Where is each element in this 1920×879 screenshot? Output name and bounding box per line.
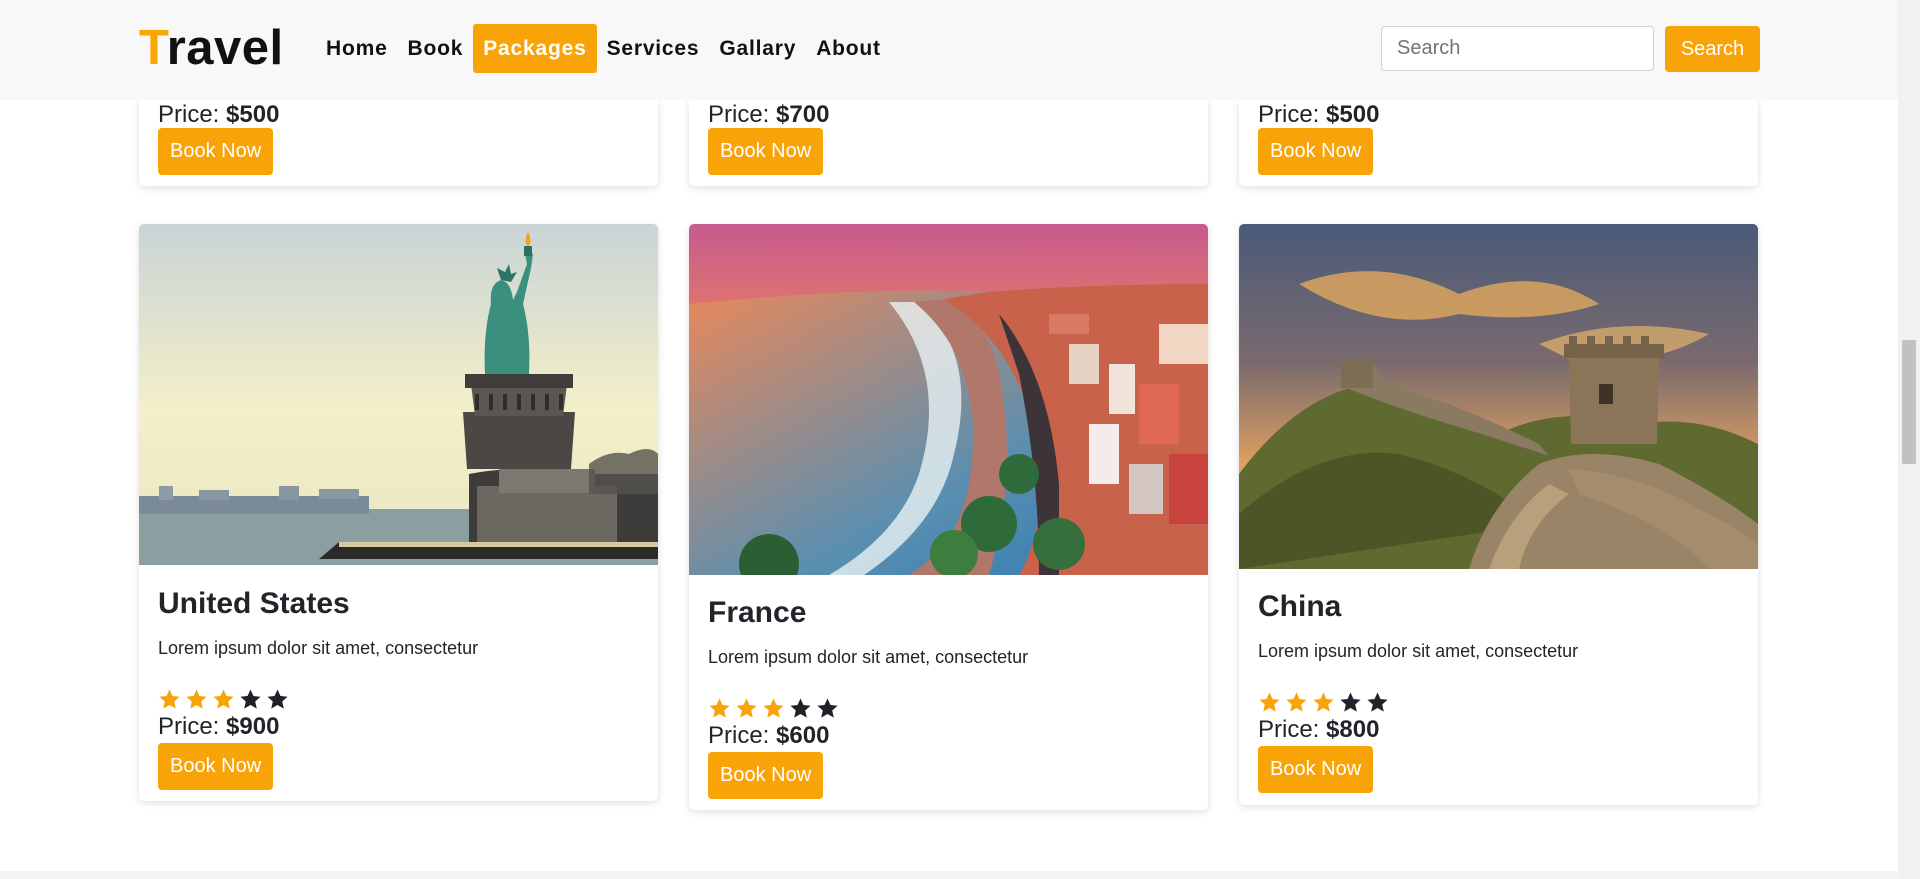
book-now-button[interactable]: Book Now xyxy=(158,743,274,790)
card-title: France xyxy=(708,596,807,629)
nav-link-home[interactable]: Home xyxy=(316,24,398,73)
price-label: Price: xyxy=(1258,716,1320,743)
book-now-button[interactable]: Book Now xyxy=(1258,746,1374,793)
card-title: China xyxy=(1258,590,1342,623)
book-now-button[interactable]: Book Now xyxy=(708,752,824,799)
package-card-france: France Lorem ipsum dolor sit amet, conse… xyxy=(689,224,1208,810)
price: Price: $500 xyxy=(1258,100,1379,130)
nav-link-about[interactable]: About xyxy=(806,24,891,73)
rating-stars xyxy=(158,688,639,712)
card-text: Lorem ipsum dolor sit amet, consectetur xyxy=(1258,641,1579,661)
price-value: $500 xyxy=(226,101,280,128)
price-label: Price: xyxy=(1258,101,1320,128)
package-card-partial: Price: $700 Book Now xyxy=(689,100,1208,186)
book-now-button[interactable]: Book Now xyxy=(158,128,274,175)
package-card-china: China Lorem ipsum dolor sit amet, consec… xyxy=(1239,224,1758,805)
nav-link-services[interactable]: Services xyxy=(597,24,710,73)
navbar: Travel Home Book Packages Services Galla… xyxy=(0,0,1898,100)
star-empty-icon xyxy=(1367,692,1388,712)
star-filled-icon xyxy=(736,698,757,718)
page-scrollbar[interactable] xyxy=(1898,0,1920,879)
star-filled-icon xyxy=(1286,692,1307,712)
price: Price: $800 xyxy=(1258,715,1739,745)
package-card-partial: Price: $500 Book Now xyxy=(139,100,658,186)
star-empty-icon xyxy=(790,698,811,718)
nice-beach-photo xyxy=(689,224,1208,575)
nav-link-gallary[interactable]: Gallary xyxy=(709,24,806,73)
star-empty-icon xyxy=(1340,692,1361,712)
nav-link-packages[interactable]: Packages xyxy=(473,24,597,73)
card-title: United States xyxy=(158,587,350,620)
card-text: Lorem ipsum dolor sit amet, consectetur xyxy=(708,647,1029,667)
price-value: $800 xyxy=(1326,716,1380,743)
nav-links: Home Book Packages Services Gallary Abou… xyxy=(316,24,891,73)
star-empty-icon xyxy=(240,689,261,709)
price-label: Price: xyxy=(158,101,220,128)
card-text: Lorem ipsum dolor sit amet, consectetur xyxy=(158,638,479,658)
book-now-button[interactable]: Book Now xyxy=(1258,128,1374,175)
search-input[interactable] xyxy=(1381,26,1654,71)
star-filled-icon xyxy=(1259,692,1280,712)
brand-first-letter: T xyxy=(139,21,167,75)
package-card-partial: Price: $500 Book Now xyxy=(1239,100,1758,186)
star-filled-icon xyxy=(159,689,180,709)
star-filled-icon xyxy=(186,689,207,709)
price: Price: $900 xyxy=(158,712,639,742)
price-label: Price: xyxy=(708,722,770,749)
footer-edge xyxy=(0,871,1898,879)
statue-of-liberty-photo xyxy=(139,224,658,565)
price: Price: $500 xyxy=(158,100,279,130)
price-value: $600 xyxy=(776,722,830,749)
price-value: $700 xyxy=(776,101,830,128)
book-now-button[interactable]: Book Now xyxy=(708,128,824,175)
card-body: France Lorem ipsum dolor sit amet, conse… xyxy=(689,595,1208,799)
star-filled-icon xyxy=(763,698,784,718)
card-body: China Lorem ipsum dolor sit amet, consec… xyxy=(1239,589,1758,793)
rating-stars xyxy=(1258,691,1739,715)
star-filled-icon xyxy=(213,689,234,709)
brand-logo[interactable]: Travel xyxy=(139,20,284,76)
package-card-united-states: United States Lorem ipsum dolor sit amet… xyxy=(139,224,658,801)
brand-rest: ravel xyxy=(166,21,284,75)
price-label: Price: xyxy=(158,713,220,740)
scrollbar-thumb[interactable] xyxy=(1902,340,1916,464)
rating-stars xyxy=(708,697,1189,721)
star-empty-icon xyxy=(817,698,838,718)
search-button[interactable]: Search xyxy=(1665,26,1760,72)
price: Price: $700 xyxy=(708,100,829,130)
star-filled-icon xyxy=(709,698,730,718)
price-value: $900 xyxy=(226,713,280,740)
nav-link-book[interactable]: Book xyxy=(398,24,474,73)
price-value: $500 xyxy=(1326,101,1380,128)
great-wall-photo xyxy=(1239,224,1758,569)
star-empty-icon xyxy=(267,689,288,709)
card-body: United States Lorem ipsum dolor sit amet… xyxy=(139,586,658,790)
star-filled-icon xyxy=(1313,692,1334,712)
price: Price: $600 xyxy=(708,721,1189,751)
price-label: Price: xyxy=(708,101,770,128)
